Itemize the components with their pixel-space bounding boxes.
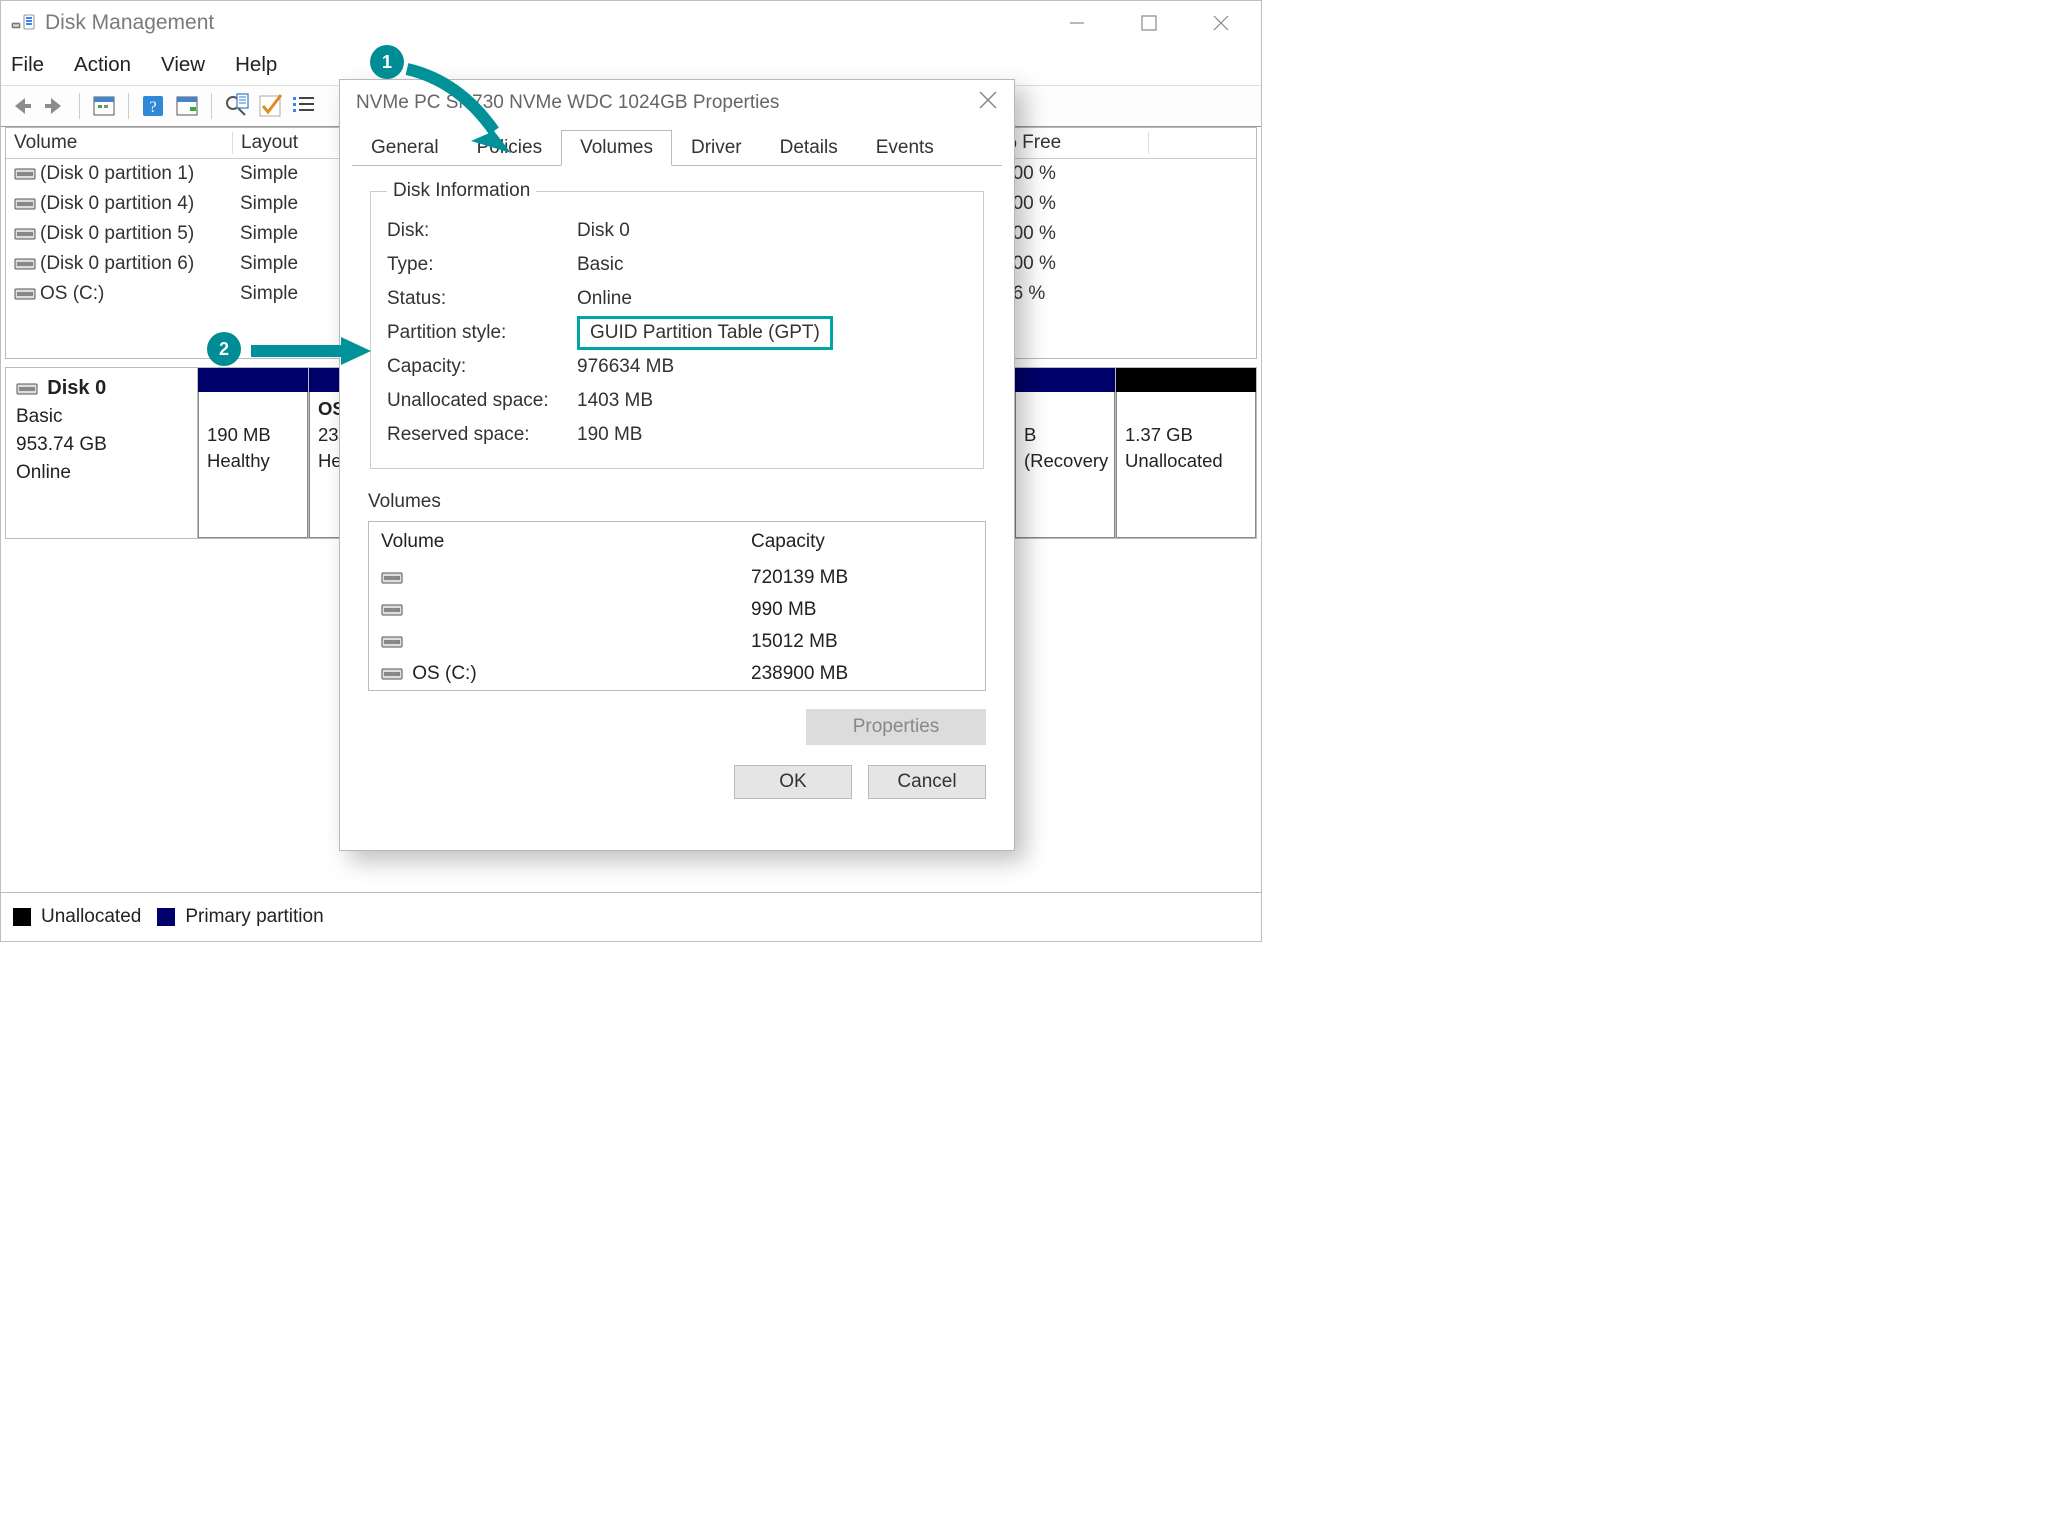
col-volume[interactable]: Volume	[6, 132, 233, 154]
partition-recovery[interactable]: B(Recovery	[1015, 368, 1116, 538]
forward-button[interactable]	[41, 92, 69, 120]
main-window: Disk Management File Action View Help ? …	[0, 0, 1262, 942]
disk-info-legend: Disk Information	[387, 180, 536, 202]
disk-header[interactable]: Disk 0 Basic 953.74 GB Online	[6, 368, 198, 538]
partition-1[interactable]: 190 MBHealthy	[198, 368, 309, 538]
drive-icon	[381, 603, 403, 617]
back-button[interactable]	[7, 92, 35, 120]
maximize-button[interactable]	[1113, 1, 1185, 45]
volume-entry[interactable]: 15012 MB	[369, 626, 985, 658]
info-row: Partition style:GUID Partition Table (GP…	[387, 316, 967, 350]
drive-icon	[14, 287, 36, 301]
ok-button[interactable]: OK	[734, 765, 852, 799]
disk-type: Basic	[16, 406, 62, 427]
disk-information-group: Disk Information Disk:Disk 0Type:BasicSt…	[370, 180, 984, 469]
properties-dialog: NVMe PC SN730 NVMe WDC 1024GB Properties…	[339, 79, 1015, 851]
legend: Unallocated Primary partition	[1, 892, 1261, 941]
window-title: Disk Management	[45, 11, 214, 35]
tab-details[interactable]: Details	[761, 130, 857, 166]
drive-icon	[381, 635, 403, 649]
drive-icon	[14, 257, 36, 271]
legend-primary: Primary partition	[185, 906, 323, 928]
disk-label: Disk 0	[47, 377, 106, 399]
info-row: Disk:Disk 0	[387, 214, 967, 248]
info-row: Capacity:976634 MB	[387, 350, 967, 384]
swatch-primary	[157, 908, 175, 926]
dialog-close-button[interactable]	[978, 90, 998, 116]
drive-icon	[14, 227, 36, 241]
titlebar: Disk Management	[1, 1, 1261, 45]
tab-volumes[interactable]: Volumes	[561, 130, 672, 166]
cancel-button[interactable]: Cancel	[868, 765, 986, 799]
disk-status: Online	[16, 462, 71, 483]
menu-help[interactable]: Help	[235, 53, 277, 77]
help-icon[interactable]: ?	[139, 92, 167, 120]
drive-icon	[16, 382, 38, 396]
annotation-arrow-1	[399, 61, 529, 166]
info-row: Unallocated space:1403 MB	[387, 384, 967, 418]
search-icon[interactable]	[222, 92, 250, 120]
volume-entry[interactable]: OS (C:)238900 MB	[369, 658, 985, 690]
legend-unallocated: Unallocated	[41, 906, 141, 928]
close-button[interactable]	[1185, 1, 1257, 45]
partition-unallocated[interactable]: 1.37 GBUnallocated	[1116, 368, 1256, 538]
vol-col-capacity[interactable]: Capacity	[751, 531, 973, 553]
menu-view[interactable]: View	[161, 53, 205, 77]
disk-size: 953.74 GB	[16, 434, 107, 455]
check-icon[interactable]	[256, 92, 284, 120]
app-icon	[11, 13, 35, 33]
menu-file[interactable]: File	[11, 53, 44, 77]
list-icon[interactable]	[290, 92, 318, 120]
tab-events[interactable]: Events	[857, 130, 953, 166]
menu-action[interactable]: Action	[74, 53, 131, 77]
properties-icon[interactable]	[173, 92, 201, 120]
drive-icon	[14, 167, 36, 181]
info-row: Status:Online	[387, 282, 967, 316]
swatch-unallocated	[13, 908, 31, 926]
properties-button: Properties	[806, 709, 986, 745]
volumes-list[interactable]: Volume Capacity 720139 MB 990 MB 15012 M…	[368, 521, 986, 691]
annotation-badge-2: 2	[207, 332, 241, 366]
vol-col-volume[interactable]: Volume	[381, 531, 751, 553]
annotation-arrow-2	[247, 335, 377, 380]
minimize-button[interactable]	[1041, 1, 1113, 45]
volume-entry[interactable]: 720139 MB	[369, 562, 985, 594]
tab-driver[interactable]: Driver	[672, 130, 761, 166]
partition-style-highlight: GUID Partition Table (GPT)	[577, 316, 833, 350]
drive-icon	[14, 197, 36, 211]
info-row: Reserved space:190 MB	[387, 418, 967, 452]
drive-icon	[381, 571, 403, 585]
calendar-icon[interactable]	[90, 92, 118, 120]
info-row: Type:Basic	[387, 248, 967, 282]
svg-text:?: ?	[149, 99, 156, 116]
col-free[interactable]: % Free	[992, 132, 1149, 154]
volume-entry[interactable]: 990 MB	[369, 594, 985, 626]
volumes-label: Volumes	[368, 491, 986, 513]
drive-icon	[381, 667, 403, 681]
